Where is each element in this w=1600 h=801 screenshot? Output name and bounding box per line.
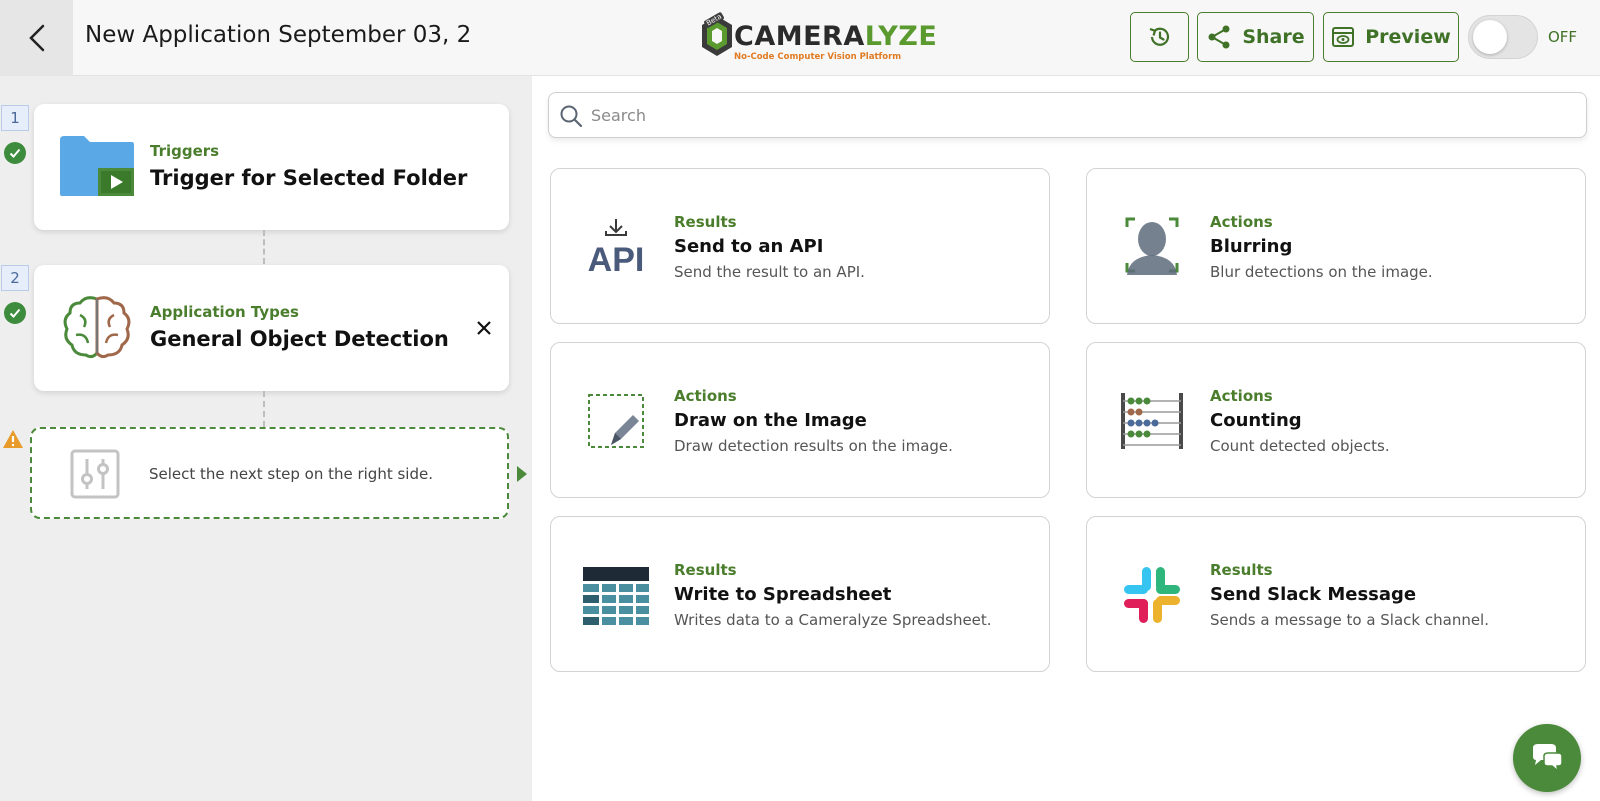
option-category: Results: [674, 213, 737, 231]
abacus-icon: [1117, 389, 1187, 453]
publish-toggle[interactable]: [1468, 15, 1538, 59]
step-number-1: 1: [1, 105, 29, 131]
blur-person-icon: [1117, 215, 1187, 279]
next-step-hint: Select the next step on the right side.: [149, 465, 433, 483]
back-button[interactable]: [0, 0, 73, 76]
search-input[interactable]: [591, 99, 1571, 131]
option-draw-on-image[interactable]: Actions Draw on the Image Draw detection…: [550, 342, 1050, 498]
api-download-icon: API: [581, 215, 651, 279]
option-title: Send to an API: [674, 236, 824, 257]
check-circle-icon: [4, 302, 26, 324]
option-title: Send Slack Message: [1210, 584, 1417, 605]
option-title: Draw on the Image: [674, 410, 867, 431]
search-box[interactable]: [548, 92, 1587, 138]
step-title: General Object Detection: [150, 327, 449, 351]
preview-label: Preview: [1365, 26, 1451, 48]
history-button[interactable]: [1130, 12, 1189, 62]
step-title: Trigger for Selected Folder: [150, 166, 468, 190]
option-write-to-spreadsheet[interactable]: Results Write to Spreadsheet Writes data…: [550, 516, 1050, 672]
chat-bubbles-icon: [1533, 744, 1563, 773]
draw-pencil-icon: [581, 389, 651, 453]
option-category: Actions: [1210, 387, 1273, 405]
option-description: Sends a message to a Slack channel.: [1210, 611, 1489, 629]
logo-word-a: CAMERA: [734, 21, 865, 52]
option-category: Actions: [674, 387, 737, 405]
chat-support-button[interactable]: [1513, 724, 1581, 792]
option-category: Actions: [1210, 213, 1273, 231]
spreadsheet-icon: [581, 563, 651, 627]
step-number-2: 2: [1, 265, 29, 291]
check-circle-icon: [4, 142, 26, 164]
logo-word-b: LYZE: [864, 21, 938, 52]
history-icon: [1149, 27, 1169, 46]
preview-button[interactable]: Preview: [1323, 12, 1459, 62]
toggle-knob: [1473, 20, 1507, 54]
option-description: Writes data to a Cameralyze Spreadsheet.: [674, 611, 992, 629]
workflow-step-application-type[interactable]: Application Types General Object Detecti…: [34, 265, 509, 391]
option-title: Counting: [1210, 410, 1302, 431]
cameralyze-logo: Beta CAMERALYZE No-Code Computer Vision …: [700, 11, 937, 62]
option-send-to-api[interactable]: API Results Send to an API Send the resu…: [550, 168, 1050, 324]
option-description: Blur detections on the image.: [1210, 263, 1433, 281]
step-connector: [263, 230, 265, 264]
expand-arrow-icon: [517, 466, 527, 482]
step-category: Application Types: [150, 303, 299, 321]
option-title: Blurring: [1210, 236, 1293, 257]
next-step-placeholder[interactable]: Select the next step on the right side.: [30, 427, 509, 519]
step-connector: [263, 391, 265, 427]
option-counting[interactable]: Actions Counting Count detected objects.: [1086, 342, 1586, 498]
toggle-state-label: OFF: [1548, 28, 1578, 46]
share-label: Share: [1242, 26, 1305, 48]
option-category: Results: [674, 561, 737, 579]
option-category: Results: [1210, 561, 1273, 579]
option-description: Draw detection results on the image.: [674, 437, 953, 455]
remove-step-button[interactable]: [473, 317, 495, 339]
search-icon: [560, 105, 583, 128]
slack-icon: [1117, 563, 1187, 627]
share-button[interactable]: Share: [1197, 12, 1314, 62]
logo-tagline: No-Code Computer Vision Platform: [734, 52, 902, 62]
option-description: Count detected objects.: [1210, 437, 1390, 455]
chevron-left-icon: [28, 24, 44, 52]
option-blurring[interactable]: Actions Blurring Blur detections on the …: [1086, 168, 1586, 324]
close-icon: [477, 321, 491, 335]
step-category: Triggers: [150, 142, 220, 160]
share-icon: [1208, 25, 1230, 49]
option-description: Send the result to an API.: [674, 263, 865, 281]
api-icon-text: API: [588, 241, 645, 279]
option-title: Write to Spreadsheet: [674, 584, 892, 605]
sliders-icon: [70, 449, 120, 499]
folder-play-icon: [60, 136, 134, 196]
brain-icon: [63, 296, 131, 359]
option-send-slack-message[interactable]: Results Send Slack Message Sends a messa…: [1086, 516, 1586, 672]
top-bar: New Application September 03, 2 Beta CAM…: [0, 0, 1600, 76]
logo-wordmark: CAMERALYZE: [734, 21, 937, 52]
warning-icon: [3, 430, 23, 448]
preview-eye-icon: [1332, 27, 1355, 47]
app-title[interactable]: New Application September 03, 2: [85, 22, 471, 48]
workflow-step-trigger[interactable]: Triggers Trigger for Selected Folder: [34, 104, 509, 230]
